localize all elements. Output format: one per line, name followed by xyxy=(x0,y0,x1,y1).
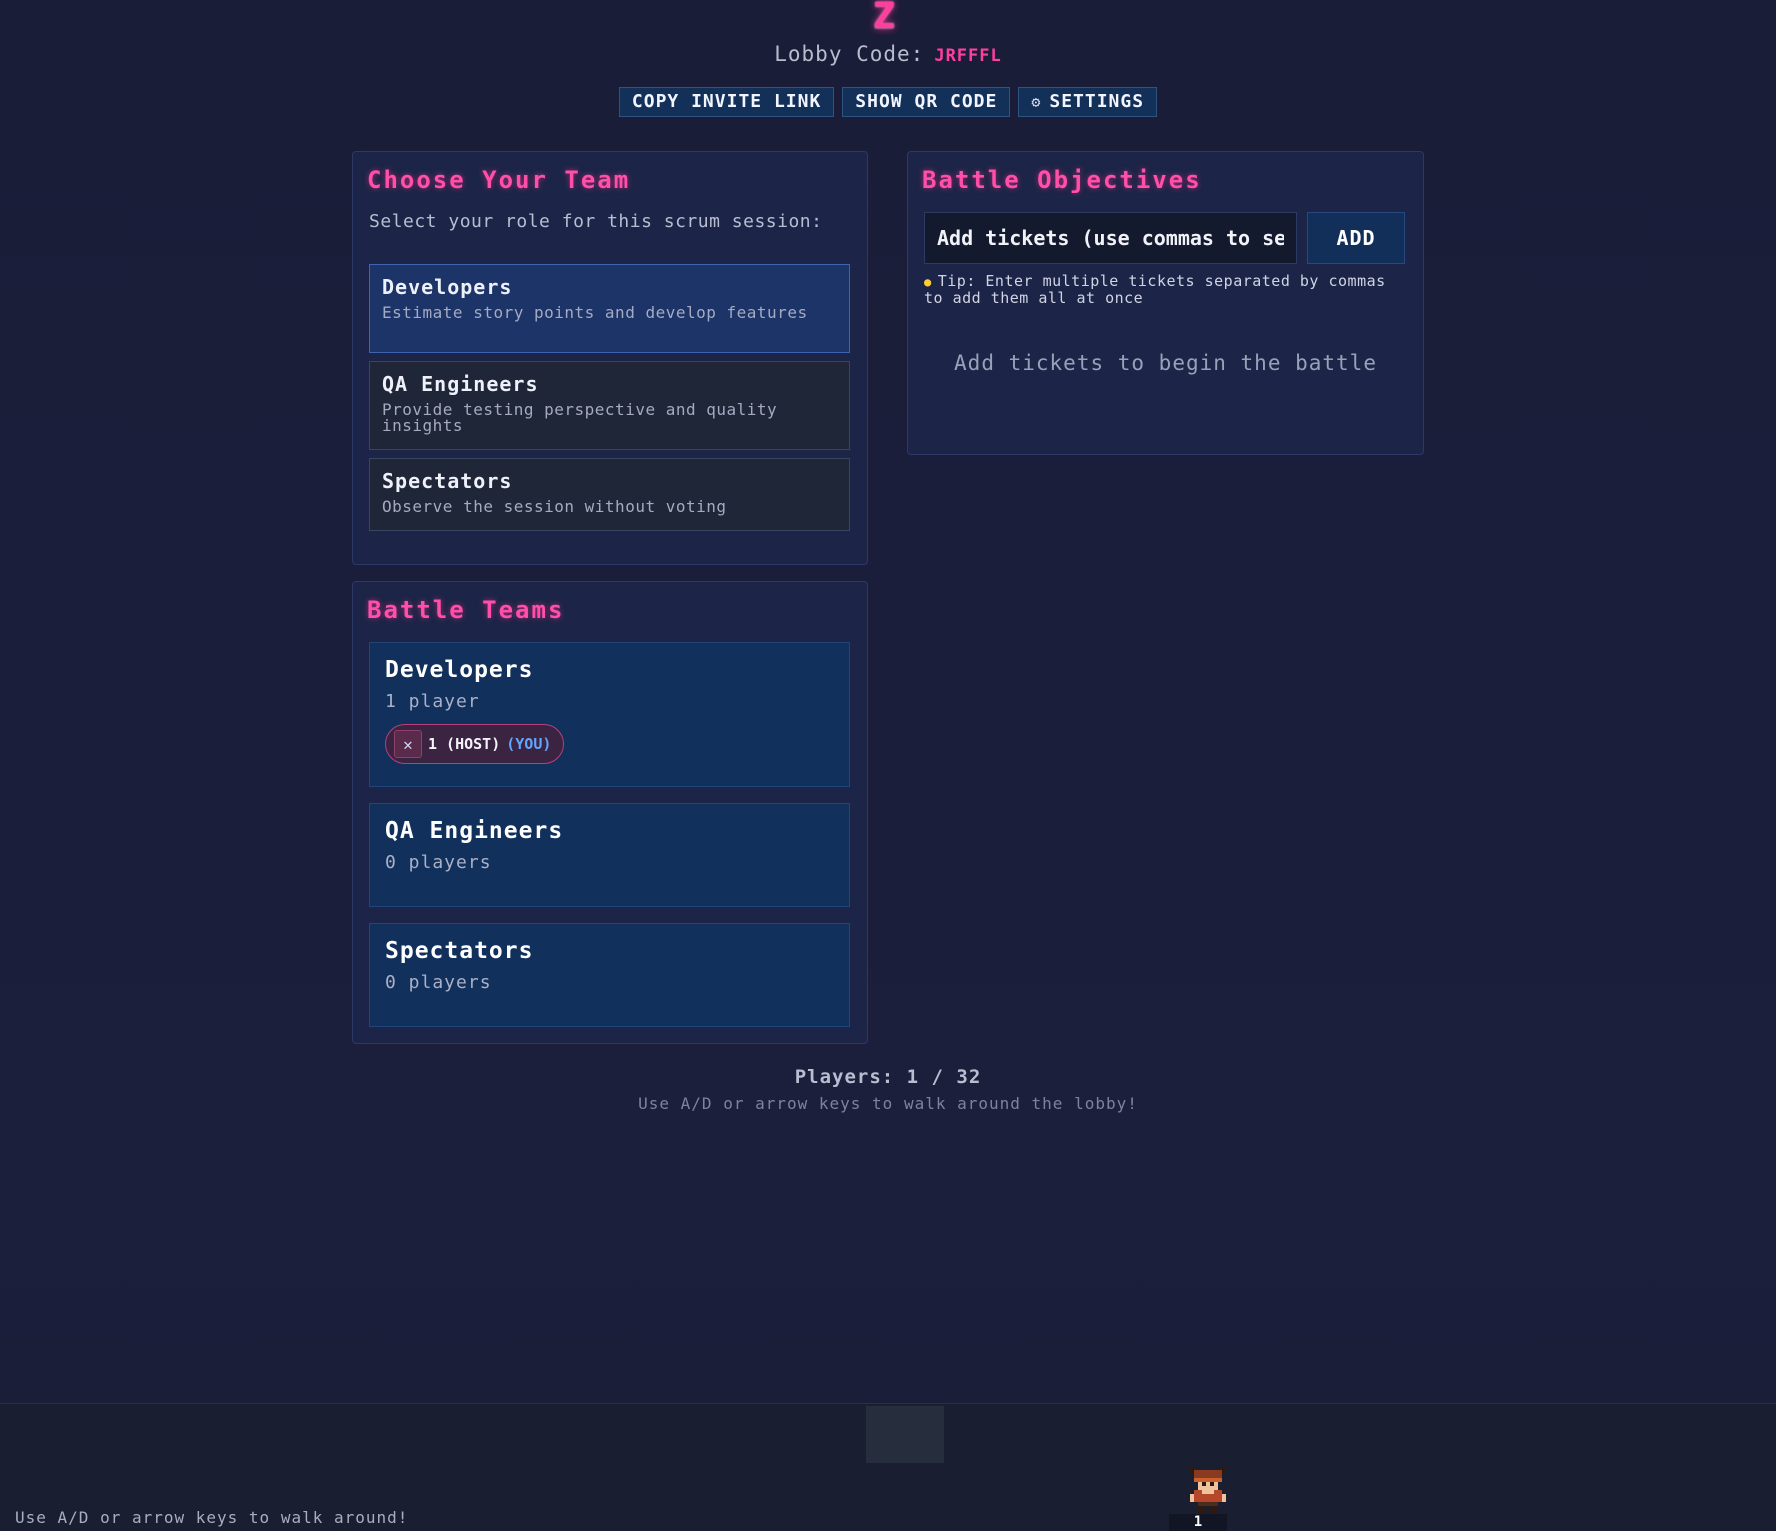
team-player-count: 0 players xyxy=(385,972,492,993)
crossed-swords-icon: ✕ xyxy=(394,730,422,758)
header-actions: COPY INVITE LINK SHOW QR CODE ⚙ SETTINGS xyxy=(0,87,1776,117)
gear-icon: ⚙ xyxy=(1031,93,1042,111)
player-avatar-label: 1 xyxy=(1169,1514,1227,1531)
you-indicator: (YOU) xyxy=(506,735,552,753)
team-card-spectators: Spectators 0 players xyxy=(369,923,850,1027)
lobby-code-row: Lobby Code: JRFFFL xyxy=(0,42,1776,66)
lobby-code-label: Lobby Code: xyxy=(774,42,925,66)
ticket-input[interactable] xyxy=(924,212,1297,264)
lobby-code-value: JRFFFL xyxy=(934,46,1002,66)
role-option-developers[interactable]: Developers Estimate story points and dev… xyxy=(369,264,850,353)
players-count: Players: 1 / 32 xyxy=(794,1066,982,1088)
team-player-count: 0 players xyxy=(385,852,492,873)
tip-text-row: ● Tip: Enter multiple tickets separated b… xyxy=(924,273,1410,306)
battle-objectives-title: Battle Objectives xyxy=(922,166,1202,194)
logo: Z xyxy=(873,0,895,37)
settings-label: SETTINGS xyxy=(1049,91,1145,112)
settings-button[interactable]: ⚙ SETTINGS xyxy=(1018,87,1158,117)
battle-teams-panel: Battle Teams Developers 1 player ✕ 1 (HO… xyxy=(352,581,868,1044)
show-qr-code-button[interactable]: SHOW QR CODE xyxy=(842,87,1011,117)
walk-hint: Use A/D or arrow keys to walk around the… xyxy=(638,1094,1138,1113)
show-qr-code-label: SHOW QR CODE xyxy=(855,91,998,112)
tip-text: Tip: Enter multiple tickets separated by… xyxy=(924,272,1386,307)
player-label: 1 (HOST) xyxy=(428,735,501,753)
choose-team-panel: Choose Your Team Select your role for th… xyxy=(352,151,868,565)
role-description: Estimate story points and develop featur… xyxy=(382,303,808,322)
choose-team-title: Choose Your Team xyxy=(367,166,631,194)
objectives-empty-state: Add tickets to begin the battle xyxy=(954,351,1377,375)
role-description: Provide testing perspective and quality … xyxy=(382,400,778,435)
team-name: QA Engineers xyxy=(385,818,564,844)
lobby-page: Z Lobby Code: JRFFFL COPY INVITE LINK SHO… xyxy=(0,0,1776,1531)
walk-area-hint: Use A/D or arrow keys to walk around! xyxy=(15,1508,409,1527)
team-name: Developers xyxy=(385,657,534,683)
player-avatar-sprite xyxy=(1190,1466,1226,1514)
team-name: Spectators xyxy=(385,938,534,964)
team-player-count: 1 player xyxy=(385,691,480,712)
role-option-spectators[interactable]: Spectators Observe the session without v… xyxy=(369,458,850,531)
role-description: Observe the session without voting xyxy=(382,497,727,516)
add-ticket-button[interactable]: ADD xyxy=(1307,212,1405,264)
lightbulb-icon: ● xyxy=(924,275,932,289)
role-name: Developers xyxy=(382,275,513,299)
copy-invite-link-label: COPY INVITE LINK xyxy=(631,91,822,112)
team-card-developers: Developers 1 player ✕ 1 (HOST) (YOU) xyxy=(369,642,850,787)
copy-invite-link-button[interactable]: COPY INVITE LINK xyxy=(618,87,835,117)
role-name: Spectators xyxy=(382,469,513,493)
battle-objectives-panel: Battle Objectives ADD ●Tip: Enter multip… xyxy=(907,151,1424,455)
battle-teams-title: Battle Teams xyxy=(367,596,565,624)
role-option-qa-engineers[interactable]: QA Engineers Provide testing perspective… xyxy=(369,361,850,450)
role-name: QA Engineers xyxy=(382,372,539,396)
ground-platform xyxy=(866,1406,944,1463)
player-chip: ✕ 1 (HOST) (YOU) xyxy=(385,724,565,764)
choose-team-subtitle: Select your role for this scrum session: xyxy=(369,211,823,232)
team-card-qa-engineers: QA Engineers 0 players xyxy=(369,803,850,907)
